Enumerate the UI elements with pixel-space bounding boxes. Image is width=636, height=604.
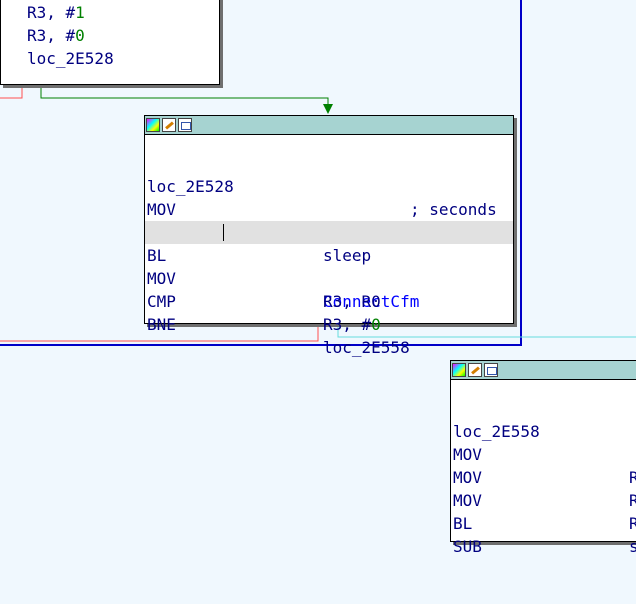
instruction-row[interactable]: BNE loc_2E558 <box>145 290 513 357</box>
instruction-row[interactable]: MOV R <box>451 420 636 487</box>
instruction-row[interactable]: BL sleep <box>145 198 513 265</box>
block-label-row: loc_2E528 ; seconds <box>145 152 513 219</box>
code-block-main[interactable]: loc_2E528 ; seconds MOV R0, #1 BL sleep … <box>144 115 514 357</box>
instruction-row[interactable]: SUB <box>451 512 636 556</box>
edit-icon[interactable] <box>162 118 176 132</box>
code-block-bottom[interactable]: loc_2E558 MOV R MOV R MOV R BL s SUB <box>450 360 636 556</box>
edit-icon[interactable] <box>468 363 482 377</box>
instruction-row[interactable]: BL s <box>451 489 636 556</box>
graph-canvas[interactable]: check_network R3, #1 R3, #0 loc_2E528 lo… <box>0 0 636 556</box>
instruction-row[interactable]: CMP R3, #0 <box>145 267 513 334</box>
text-cursor <box>223 224 224 241</box>
edge-red-top <box>0 83 23 99</box>
edge-green <box>40 83 329 110</box>
operand: s <box>629 537 636 556</box>
code-line: R3, #0 <box>27 26 85 45</box>
mnemonic: BNE <box>147 315 176 334</box>
operand: R3, #0 <box>323 315 381 334</box>
operand[interactable]: loc_2E558 <box>323 336 410 359</box>
instruction-row[interactable]: MOV R0, #1 <box>145 175 513 242</box>
mnemonic: SUB <box>453 537 482 556</box>
instruction-row[interactable]: MOV R <box>451 443 636 510</box>
instruction-row[interactable]: MOV R3, R0 <box>145 244 513 311</box>
code-line: R3, #1 <box>27 3 85 22</box>
code-line: loc_2E528 <box>27 49 114 68</box>
instruction-row-selected[interactable]: BL ConnectCfm <box>145 221 513 311</box>
graph-icon[interactable] <box>484 363 498 377</box>
graph-icon[interactable] <box>178 118 192 132</box>
color-icon[interactable] <box>146 118 160 132</box>
color-icon[interactable] <box>452 363 466 377</box>
block-titlebar <box>145 116 513 135</box>
code-block-top[interactable]: check_network R3, #1 R3, #0 loc_2E528 <box>0 0 220 85</box>
instruction-row[interactable]: MOV R <box>451 466 636 533</box>
block-titlebar <box>451 361 636 380</box>
edge-green-arrow <box>323 104 333 114</box>
block-label-row: loc_2E558 <box>451 397 636 441</box>
